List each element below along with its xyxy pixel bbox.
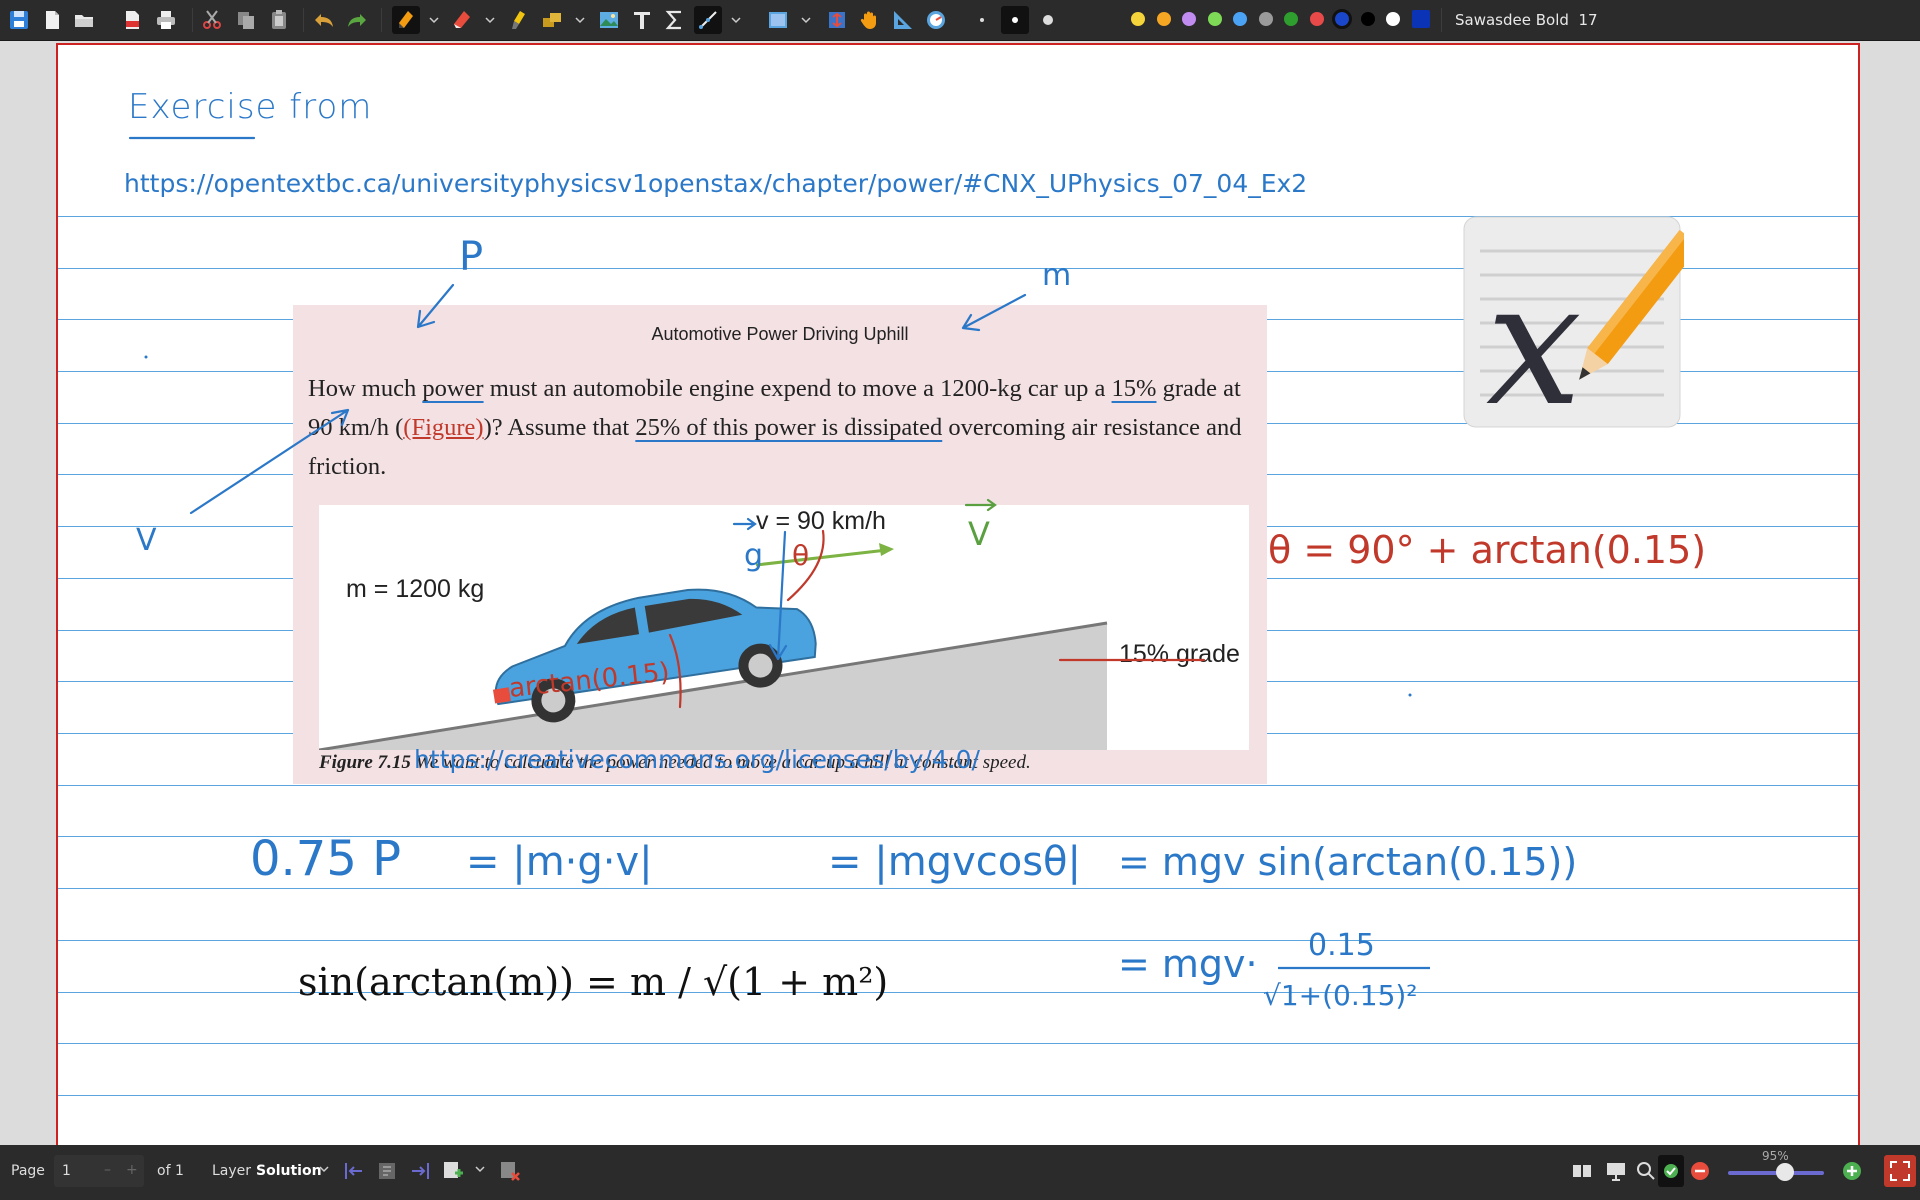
- shape-icon[interactable]: [538, 6, 566, 34]
- color-swatch[interactable]: [1156, 12, 1171, 26]
- color-swatch[interactable]: [1258, 12, 1273, 26]
- pen-icon[interactable]: [392, 6, 420, 34]
- annotation-v-arrow: V: [968, 515, 990, 553]
- color-swatch[interactable]: [1309, 12, 1324, 26]
- print-icon[interactable]: [152, 6, 180, 34]
- zoom-slider[interactable]: [1728, 1163, 1824, 1181]
- page-label: Page: [11, 1163, 45, 1179]
- annotation-m: m: [1042, 258, 1071, 293]
- page-number-input[interactable]: 1 – +: [54, 1155, 144, 1187]
- color-swatch[interactable]: [1207, 12, 1222, 26]
- color-swatch[interactable]: [1131, 12, 1145, 26]
- equation-step-4-denominator: √1+(0.15)²: [1263, 979, 1418, 1012]
- arctan-arc: [668, 633, 682, 709]
- save-icon[interactable]: [5, 6, 33, 34]
- thin-dot-size-icon[interactable]: [968, 6, 996, 34]
- pen-dropdown-icon[interactable]: [428, 12, 440, 28]
- copy-icon[interactable]: [232, 6, 260, 34]
- thick-dot-size-icon[interactable]: [1034, 6, 1062, 34]
- g-arrow-over: [732, 517, 757, 531]
- theta-equation: θ = 90° + arctan(0.15): [1268, 528, 1706, 572]
- vertical-space-icon[interactable]: [823, 6, 851, 34]
- presentation-mode-icon[interactable]: [1604, 1159, 1628, 1187]
- redo-icon[interactable]: [343, 6, 371, 34]
- annotation-v: V: [136, 523, 157, 558]
- equation-step-4-prefix: = mgv·: [1118, 942, 1258, 986]
- shape-dropdown-icon[interactable]: [574, 12, 586, 28]
- annotation-p: P: [459, 234, 483, 280]
- layer-select[interactable]: Solution: [256, 1163, 322, 1179]
- font-size: 17: [1578, 11, 1598, 29]
- color-swatch[interactable]: [1360, 12, 1375, 26]
- compass-icon[interactable]: [922, 6, 950, 34]
- font-selector[interactable]: Sawasdee Bold 17: [1455, 11, 1598, 29]
- zoom-level: 95%: [1762, 1149, 1789, 1163]
- fill-icon[interactable]: [1082, 6, 1110, 34]
- layer-visibility-icon[interactable]: [375, 1159, 399, 1187]
- color-swatch[interactable]: [1411, 10, 1430, 28]
- zoom-out-icon[interactable]: [1688, 1159, 1712, 1187]
- zoom-fit-icon[interactable]: [1634, 1159, 1658, 1187]
- color-swatch[interactable]: [1386, 12, 1400, 26]
- select-dropdown-icon[interactable]: [730, 12, 742, 28]
- annotation-g: g: [744, 538, 763, 573]
- text-icon[interactable]: [628, 6, 656, 34]
- color-swatch[interactable]: [1182, 12, 1196, 26]
- rect-select-icon[interactable]: [764, 6, 792, 34]
- layer-last-icon[interactable]: [408, 1159, 432, 1187]
- layer-label: Layer: [212, 1163, 252, 1179]
- latex-formula[interactable]: sin(arctan(m)) = m / √(1 + m²): [298, 960, 888, 1004]
- equation-lhs: 0.75 P: [250, 831, 401, 887]
- v-arrow-over: [964, 498, 997, 512]
- equation-step-4-numerator: 0.15: [1308, 928, 1375, 963]
- new-page-icon[interactable]: [38, 6, 66, 34]
- layer-dropdown-icon[interactable]: [318, 1161, 330, 1181]
- color-swatch[interactable]: [1233, 12, 1247, 26]
- color-swatch[interactable]: [1332, 9, 1352, 29]
- cut-icon[interactable]: [198, 6, 226, 34]
- main-toolbar: Sawasdee Bold 17: [0, 0, 1920, 41]
- zoom-in-icon[interactable]: [1840, 1159, 1864, 1187]
- status-bar: Page 1 – + of 1 Layer Solution 95%: [0, 1145, 1920, 1200]
- hand-icon[interactable]: [856, 6, 884, 34]
- page-decrement-icon[interactable]: –: [104, 1162, 111, 1178]
- font-name: Sawasdee Bold: [1455, 11, 1569, 29]
- two-page-view-icon[interactable]: [1570, 1159, 1594, 1187]
- export-pdf-icon[interactable]: [118, 6, 146, 34]
- ruler-icon[interactable]: [889, 6, 917, 34]
- zoom-slider-handle[interactable]: [1776, 1163, 1794, 1181]
- delete-layer-icon[interactable]: [498, 1159, 522, 1187]
- eraser-dropdown-icon[interactable]: [484, 12, 496, 28]
- medium-dot-size-icon[interactable]: [1001, 6, 1029, 34]
- open-icon[interactable]: [70, 6, 98, 34]
- highlighter-icon[interactable]: [505, 6, 533, 34]
- equation-step-3: = mgv sin(arctan(0.15)): [1118, 840, 1577, 884]
- gravity-vector-stroke: [768, 530, 788, 661]
- velocity-arrow: [189, 408, 350, 515]
- color-swatch[interactable]: [1284, 12, 1298, 26]
- annotation-theta: θ: [792, 539, 809, 572]
- eraser-icon[interactable]: [448, 6, 476, 34]
- page-number-value: 1: [62, 1163, 71, 1179]
- paste-icon[interactable]: [265, 6, 293, 34]
- page-count: of 1: [157, 1163, 184, 1179]
- power-arrow: [416, 283, 455, 329]
- rect-select-dropdown-icon[interactable]: [800, 12, 812, 28]
- fullscreen-icon[interactable]: [1884, 1155, 1916, 1187]
- equation-step-1: = |m·g·v|: [466, 839, 653, 885]
- mass-arrow: [961, 293, 1027, 332]
- add-layer-dropdown-icon[interactable]: [474, 1161, 486, 1181]
- zoom-100-icon[interactable]: [1658, 1155, 1684, 1187]
- annotation-arctan: arctan(0.15): [508, 657, 671, 704]
- latex-icon[interactable]: [661, 6, 689, 34]
- equation-step-2: = |mgvcosθ|: [828, 839, 1081, 885]
- page-increment-icon[interactable]: +: [126, 1162, 138, 1178]
- image-icon[interactable]: [595, 6, 623, 34]
- layer-first-icon[interactable]: [342, 1159, 366, 1187]
- undo-icon[interactable]: [310, 6, 338, 34]
- select-icon[interactable]: [694, 6, 722, 34]
- add-layer-icon[interactable]: [441, 1159, 465, 1187]
- notebook-page[interactable]: Exercise from https://opentextbc.ca/univ…: [56, 43, 1860, 1145]
